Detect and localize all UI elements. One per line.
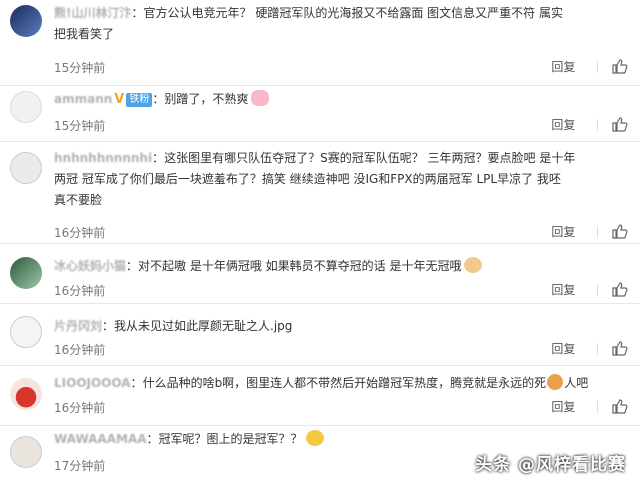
skull-emoji-icon	[547, 374, 564, 390]
username[interactable]: 片丹冈刘	[54, 316, 102, 337]
verified-icon: V	[114, 92, 125, 107]
divider	[597, 119, 599, 131]
divider	[597, 284, 599, 296]
comment-item: ammann V 铁粉 ：别蹭了，不熟爽 15分钟前 回复	[0, 86, 640, 142]
comment-item: LIOOJOOOA：什么品种的啥b啊，图里连人都不带然后开始蹭冠军热度，腾竞就是…	[0, 366, 640, 426]
like-icon[interactable]	[612, 341, 628, 359]
username[interactable]: hnhnhhnnnnhi	[54, 148, 152, 169]
comment-content: LIOOJOOOA：什么品种的啥b啊，图里连人都不带然后开始蹭冠军热度，腾竞就是…	[54, 373, 626, 394]
username[interactable]: LIOOJOOOA	[54, 373, 131, 394]
avatar[interactable]	[10, 152, 42, 184]
cat-emoji-icon	[464, 257, 483, 273]
reply-button[interactable]: 回复	[551, 342, 575, 356]
timestamp: 15分钟前	[54, 119, 106, 133]
divider	[597, 343, 599, 355]
comment-actions: 回复	[551, 116, 628, 135]
sweat-emoji-icon	[305, 430, 324, 446]
comment-text: 对不起嗷 是十年俩冠哦 如果韩员不算夺冠的话 是十年无冠哦	[138, 259, 462, 273]
username[interactable]: ammann	[54, 89, 112, 110]
like-icon[interactable]	[612, 59, 628, 77]
like-icon[interactable]	[612, 282, 628, 300]
username[interactable]: 冰心妖妈小猫	[54, 256, 126, 277]
comment-actions: 回复	[551, 340, 628, 359]
avatar[interactable]	[10, 316, 42, 348]
divider	[597, 61, 599, 73]
fan-badge[interactable]: 铁粉	[126, 93, 153, 107]
comment-text-cont: 把我看笑了	[54, 27, 115, 41]
reply-button[interactable]: 回复	[551, 118, 575, 132]
comment-text: 官方公认电竞元年？ 硬蹭冠军队的光海报又不给露面 图文信息又严重不符 属实	[143, 6, 563, 20]
comment-actions: 回复	[551, 223, 628, 242]
timestamp: 16分钟前	[54, 284, 106, 298]
comment-text-cont: 真不要脸	[54, 193, 103, 207]
reply-button[interactable]: 回复	[551, 60, 575, 74]
avatar[interactable]	[10, 436, 42, 468]
comment-actions: 回复	[551, 281, 628, 300]
reply-button[interactable]: 回复	[551, 225, 575, 239]
comment-content: hnhnhhnnnnhi：这张图里有哪只队伍夺冠了？S赛的冠军队伍呢？ 三年两冠…	[54, 148, 626, 211]
comment-text: 我从未见过如此厚颜无耻之人.jpg	[114, 319, 293, 333]
username[interactable]: 熊!山川林汀汴	[54, 3, 131, 24]
comment-content: 片丹冈刘：我从未见过如此厚颜无耻之人.jpg	[54, 316, 626, 337]
avatar[interactable]	[10, 257, 42, 289]
comment-text-tail: 人吧	[564, 376, 589, 390]
pig-emoji-icon	[251, 90, 270, 106]
comment-text: 这张图里有哪只队伍夺冠了？S赛的冠军队伍呢？ 三年两冠？要点脸吧 是十年	[164, 151, 576, 165]
comment-item: 片丹冈刘：我从未见过如此厚颜无耻之人.jpg 16分钟前 回复	[0, 304, 640, 366]
divider	[597, 401, 599, 413]
comment-content: ammann V 铁粉 ：别蹭了，不熟爽	[54, 89, 626, 110]
comment-content: 熊!山川林汀汴：官方公认电竞元年？ 硬蹭冠军队的光海报又不给露面 图文信息又严重…	[54, 3, 626, 45]
watermark: 头条 @风梓看比赛	[475, 455, 626, 475]
avatar[interactable]	[10, 5, 42, 37]
timestamp: 17分钟前	[54, 459, 106, 473]
comment-text: 什么品种的啥b啊，图里连人都不带然后开始蹭冠军热度，腾竞就是永远的死	[142, 376, 547, 390]
comment-actions: 回复	[551, 398, 628, 417]
timestamp: 16分钟前	[54, 226, 106, 240]
timestamp: 16分钟前	[54, 343, 106, 357]
comment-text: 冠军呢？图上的是冠军？？	[158, 432, 303, 446]
reply-button[interactable]: 回复	[551, 283, 575, 297]
like-icon[interactable]	[612, 399, 628, 417]
avatar[interactable]	[10, 91, 42, 123]
comment-item: 冰心妖妈小猫：对不起嗷 是十年俩冠哦 如果韩员不算夺冠的话 是十年无冠哦 16分…	[0, 244, 640, 304]
reply-button[interactable]: 回复	[551, 400, 575, 414]
comment-text-cont: 两冠 冠军成了你们最后一块遮羞布了？搞笑 继续造神吧 没IG和FPX的两届冠军 …	[54, 172, 561, 186]
comment-content: WAWAAAMAA：冠军呢？图上的是冠军？？	[54, 429, 626, 450]
timestamp: 15分钟前	[54, 61, 106, 75]
divider	[597, 226, 599, 238]
comment-item: hnhnhhnnnnhi：这张图里有哪只队伍夺冠了？S赛的冠军队伍呢？ 三年两冠…	[0, 142, 640, 244]
like-icon[interactable]	[612, 224, 628, 242]
timestamp: 16分钟前	[54, 401, 106, 415]
comment-text: 别蹭了，不熟爽	[164, 92, 249, 106]
comment-actions: 回复	[551, 58, 628, 77]
avatar[interactable]	[10, 378, 42, 410]
like-icon[interactable]	[612, 117, 628, 135]
comment-item: 熊!山川林汀汴：官方公认电竞元年？ 硬蹭冠军队的光海报又不给露面 图文信息又严重…	[0, 0, 640, 86]
username[interactable]: WAWAAAMAA	[54, 429, 147, 450]
comment-content: 冰心妖妈小猫：对不起嗷 是十年俩冠哦 如果韩员不算夺冠的话 是十年无冠哦	[54, 256, 626, 277]
